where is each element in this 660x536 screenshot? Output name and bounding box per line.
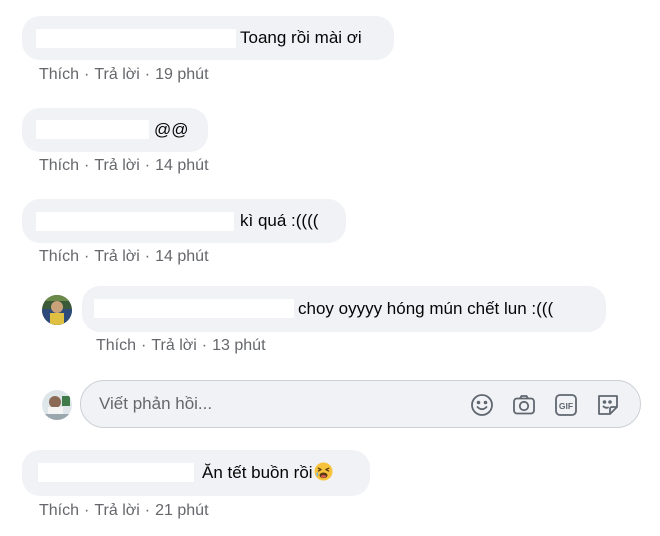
comment-actions: Thích · Trả lời · 21 phút: [39, 501, 209, 521]
comment-thread: Toang rồi mài ơi Thích · Trả lời · 19 phút @…: [0, 0, 660, 536]
redacted-author-name: [38, 463, 194, 482]
redacted-author-name: [36, 212, 234, 231]
timestamp[interactable]: 14 phút: [155, 248, 208, 265]
redacted-author-name: [36, 29, 236, 48]
avatar[interactable]: [42, 295, 72, 325]
separator: ·: [144, 66, 151, 83]
separator: ·: [144, 248, 151, 265]
svg-text:GIF: GIF: [559, 401, 573, 411]
reply-input[interactable]: [99, 393, 459, 415]
camera-icon[interactable]: [511, 392, 537, 418]
reply-link[interactable]: Trả lời: [94, 502, 139, 519]
timestamp[interactable]: 19 phút: [155, 66, 208, 83]
separator: ·: [144, 502, 151, 519]
separator: ·: [141, 337, 147, 354]
comment-text: Ăn tết buồn rồi: [202, 462, 333, 484]
comment-actions: Thích · Trả lời · 13 phút: [96, 336, 266, 356]
sticker-icon[interactable]: [595, 392, 621, 418]
reply-link[interactable]: Trả lời: [94, 66, 139, 83]
separator: ·: [84, 157, 90, 174]
comment-text: kì quá :((((: [240, 211, 319, 230]
reply-composer[interactable]: GIF: [80, 380, 641, 428]
like-link[interactable]: Thích: [39, 502, 79, 519]
comment-text: @@: [154, 120, 189, 139]
like-link[interactable]: Thích: [39, 248, 79, 265]
separator: ·: [201, 337, 208, 354]
comment-text: choy oyyyy hóng mún chết lun :(((: [298, 299, 554, 318]
reply-link[interactable]: Trả lời: [94, 248, 139, 265]
separator: ·: [84, 66, 90, 83]
timestamp[interactable]: 21 phút: [155, 502, 208, 519]
redacted-author-name: [94, 299, 294, 318]
tired-face-emoji: [314, 462, 333, 481]
comment-actions: Thích · Trả lời · 19 phút: [39, 65, 209, 85]
avatar-image: [42, 390, 72, 420]
gif-icon[interactable]: GIF: [553, 392, 579, 418]
separator: ·: [84, 248, 90, 265]
like-link[interactable]: Thích: [96, 337, 136, 354]
separator: ·: [84, 502, 90, 519]
smiley-icon[interactable]: [469, 392, 495, 418]
comment-actions: Thích · Trả lời · 14 phút: [39, 156, 209, 176]
avatar-image: [42, 295, 72, 325]
timestamp[interactable]: 14 phút: [155, 157, 208, 174]
separator: ·: [144, 157, 151, 174]
like-link[interactable]: Thích: [39, 66, 79, 83]
comment-text: Toang rồi mài ơi: [240, 28, 362, 47]
timestamp[interactable]: 13 phút: [212, 337, 265, 354]
comment-text-content: Ăn tết buồn rồi: [202, 463, 313, 482]
redacted-author-name: [36, 120, 149, 139]
reply-link[interactable]: Trả lời: [94, 157, 139, 174]
current-user-avatar[interactable]: [42, 390, 72, 420]
comment-actions: Thích · Trả lời · 14 phút: [39, 247, 209, 267]
like-link[interactable]: Thích: [39, 157, 79, 174]
reply-link[interactable]: Trả lời: [151, 337, 196, 354]
